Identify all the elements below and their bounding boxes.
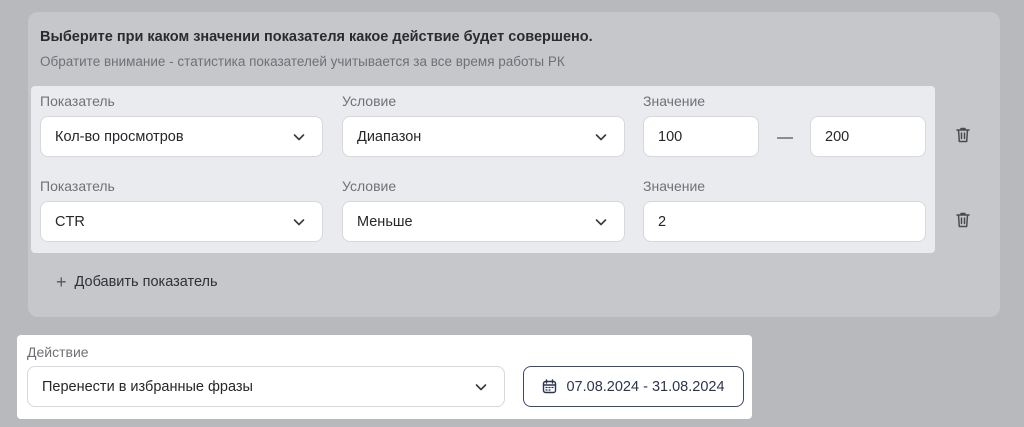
action-label: Действие <box>27 344 89 360</box>
chevron-down-icon <box>293 134 305 141</box>
condition-select[interactable]: Диапазон <box>342 116 625 157</box>
metric-label: Показатель <box>40 93 115 109</box>
date-range-text: 07.08.2024 - 31.08.2024 <box>566 378 725 395</box>
value-from-input[interactable]: 100 <box>643 116 759 157</box>
value-from-text: 100 <box>658 128 683 145</box>
value-text: 2 <box>658 213 667 230</box>
metric-select[interactable]: CTR <box>40 201 323 242</box>
trash-icon[interactable] <box>955 211 971 229</box>
value-to-input[interactable]: 200 <box>810 116 926 157</box>
value-input[interactable]: 2 <box>643 201 926 242</box>
condition-select-value: Меньше <box>357 213 413 230</box>
plus-icon: + <box>56 272 67 292</box>
value-label: Значение <box>643 93 706 109</box>
value-label: Значение <box>643 178 706 194</box>
hint-title: Выберите при каком значении показателя к… <box>40 29 593 45</box>
action-select[interactable]: Перенести в избранные фразы <box>27 366 505 407</box>
metric-select-value: Кол-во просмотров <box>55 128 184 145</box>
chevron-down-icon <box>595 219 607 226</box>
calendar-icon <box>543 379 557 394</box>
condition-label: Условие <box>342 178 397 194</box>
condition-select-value: Диапазон <box>357 128 422 145</box>
range-dash <box>777 137 793 139</box>
metric-label: Показатель <box>40 178 115 194</box>
date-range-button[interactable]: 07.08.2024 - 31.08.2024 <box>523 366 744 407</box>
condition-select[interactable]: Меньше <box>342 201 625 242</box>
add-metric-label: Добавить показатель <box>74 274 218 290</box>
metric-select-value: CTR <box>55 213 85 230</box>
metric-select[interactable]: Кол-во просмотров <box>40 116 323 157</box>
condition-label: Условие <box>342 93 397 109</box>
value-to-text: 200 <box>825 128 850 145</box>
add-metric-button[interactable]: + Добавить показатель <box>56 272 218 292</box>
chevron-down-icon <box>293 219 305 226</box>
hint-subtitle: Обратите внимание - статистика показател… <box>40 54 565 69</box>
chevron-down-icon <box>475 384 487 391</box>
trash-icon[interactable] <box>955 126 971 144</box>
action-select-value: Перенести в избранные фразы <box>42 378 253 395</box>
chevron-down-icon <box>595 134 607 141</box>
